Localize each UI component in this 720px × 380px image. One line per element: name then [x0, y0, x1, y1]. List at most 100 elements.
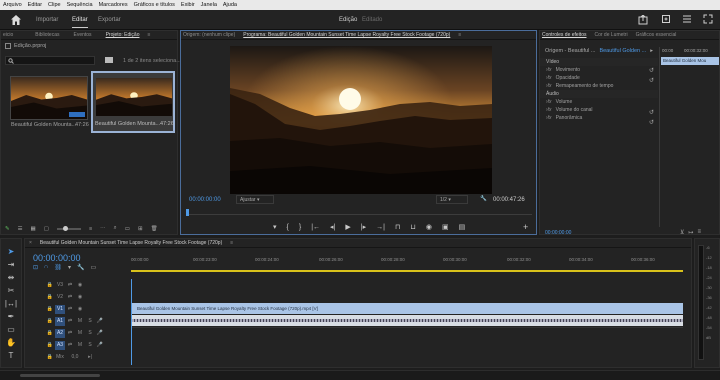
solo-icon[interactable]: S: [85, 317, 95, 326]
panel-menu-icon[interactable]: ≡: [147, 32, 150, 38]
lock-icon[interactable]: 🔒: [45, 305, 55, 314]
folder-icon[interactable]: [105, 57, 113, 63]
audio-clip-a1[interactable]: [131, 315, 683, 326]
trash-icon[interactable]: 🗑: [151, 226, 158, 232]
reset-icon[interactable]: ↺: [649, 77, 654, 84]
linked-selection-icon[interactable]: ⛓: [54, 264, 62, 271]
effect-target[interactable]: Beautiful Golden ...: [599, 48, 646, 54]
razor-tool-icon[interactable]: ✂: [8, 286, 15, 295]
home-icon[interactable]: [10, 14, 22, 26]
eye-icon[interactable]: ◉: [75, 305, 85, 314]
button-editor-icon[interactable]: ▤: [459, 223, 466, 231]
automate-icon[interactable]: ⋯: [100, 226, 106, 232]
program-video-frame[interactable]: [230, 46, 492, 194]
track-label[interactable]: A2: [55, 328, 65, 338]
filter-icon[interactable]: ⊻: [680, 229, 684, 236]
reset-icon[interactable]: ↺: [649, 67, 654, 74]
solo-icon[interactable]: S: [85, 329, 95, 338]
list-view-icon[interactable]: ☰: [18, 226, 23, 232]
effect-play-icon[interactable]: ▸: [650, 48, 653, 54]
tab-importar[interactable]: Importar: [36, 10, 58, 30]
menu-graficos[interactable]: Gráficos e títulos: [134, 2, 175, 8]
effect-source[interactable]: Origem - Beautiful ...: [545, 48, 595, 54]
track-label[interactable]: V2: [55, 293, 65, 302]
reset-icon[interactable]: ↺: [649, 109, 654, 116]
menu-editar[interactable]: Editar: [28, 2, 42, 8]
effect-row-remap[interactable]: › fx Remapeamento de tempo: [540, 82, 658, 90]
tab-source[interactable]: Origem: (nenhum clipe): [183, 32, 235, 38]
export-icon[interactable]: ↦: [688, 229, 693, 236]
quick-export-icon[interactable]: [638, 14, 648, 25]
track-area[interactable]: Beautiful Golden Mountain Sunset Time La…: [131, 279, 683, 365]
lock-icon[interactable]: 🔒: [45, 341, 55, 350]
track-label[interactable]: A1: [55, 316, 65, 326]
snap-icon[interactable]: ∩: [44, 264, 48, 271]
effect-row-channel-volume[interactable]: › fx Volume do canal: [540, 106, 658, 114]
track-label[interactable]: V1: [55, 304, 65, 314]
menu-ajuda[interactable]: Ajuda: [223, 2, 237, 8]
track-label[interactable]: V3: [55, 281, 65, 290]
lock-icon[interactable]: 🔒: [45, 281, 55, 290]
track-select-tool-icon[interactable]: ⇥: [8, 260, 15, 269]
add-marker-icon[interactable]: ▾: [68, 264, 71, 271]
go-to-in-icon[interactable]: |←: [311, 224, 320, 231]
eye-icon[interactable]: ◉: [75, 281, 85, 290]
mark-in-icon[interactable]: {: [287, 224, 289, 231]
tab-efeitos[interactable]: eicio: [3, 32, 13, 38]
mic-icon[interactable]: 🎤: [95, 317, 105, 326]
effect-row-volume[interactable]: › fx Volume: [540, 98, 658, 106]
menu-sequencia[interactable]: Sequência: [67, 2, 93, 8]
freeform-view-icon[interactable]: ▢: [44, 226, 49, 232]
panel-menu-icon[interactable]: ≡: [230, 240, 233, 246]
extract-icon[interactable]: ⊔: [410, 223, 415, 231]
tab-effect-controls[interactable]: Controles de efeitos: [542, 32, 586, 38]
timeline-playhead-line[interactable]: [131, 279, 132, 365]
tab-sequence[interactable]: Beautiful Golden Mountain Sunset Time La…: [40, 240, 222, 246]
step-back-icon[interactable]: ◂|: [330, 223, 335, 231]
fit-dropdown[interactable]: Ajustar ▾: [236, 195, 274, 204]
tab-projeto[interactable]: Projeto: Edição: [106, 32, 140, 38]
sort-icon[interactable]: ≡: [89, 226, 92, 232]
mark-out-icon[interactable]: }: [299, 224, 301, 231]
share-icon[interactable]: [661, 14, 671, 24]
zoom-slider[interactable]: [56, 225, 81, 231]
tab-graficos[interactable]: Gráficos essencial: [636, 32, 677, 38]
pen-tool-icon[interactable]: ✒: [8, 312, 15, 321]
timeline-ruler[interactable]: 00:00:00 00:00:23:00 00:00:24:00 00:00:2…: [131, 255, 683, 273]
sync-icon[interactable]: ⇄: [65, 305, 75, 314]
timeline-scrollbar[interactable]: [20, 374, 100, 377]
video-clip[interactable]: Beautiful Golden Mountain Sunset Time La…: [131, 303, 683, 314]
program-scrub-bar[interactable]: [186, 209, 532, 217]
sync-icon[interactable]: ⇄: [65, 329, 75, 338]
menu-arquivo[interactable]: Arquivo: [3, 2, 22, 8]
wrench-icon[interactable]: 🔧: [480, 196, 487, 202]
rectangle-tool-icon[interactable]: ▭: [7, 325, 15, 334]
track-label[interactable]: A3: [55, 340, 65, 350]
effect-row-opacidade[interactable]: › fx Opacidade: [540, 74, 658, 82]
project-item-thumbnail[interactable]: [10, 76, 88, 120]
nest-icon[interactable]: ⊡: [33, 264, 38, 271]
tab-exportar[interactable]: Exportar: [98, 10, 121, 30]
find-icon[interactable]: ⌕: [114, 225, 117, 232]
effect-timecode[interactable]: 00:00:00:00: [545, 230, 571, 236]
mute-icon[interactable]: M: [75, 317, 85, 326]
tab-bibliotecas[interactable]: Bibliotecas: [35, 32, 59, 38]
mini-clip[interactable]: Beautiful Golden Mou: [661, 57, 719, 65]
lock-icon[interactable]: 🔒: [45, 353, 55, 362]
resolution-dropdown[interactable]: 1/2 ▾: [436, 195, 468, 204]
sync-icon[interactable]: ⇄: [65, 281, 75, 290]
go-to-out-icon[interactable]: →|: [376, 224, 385, 231]
lift-icon[interactable]: ⊓: [395, 223, 400, 231]
panel-menu-icon[interactable]: ≡: [458, 32, 461, 38]
type-tool-icon[interactable]: T: [9, 351, 14, 360]
mic-icon[interactable]: 🎤: [95, 329, 105, 338]
lock-icon[interactable]: 🔒: [45, 317, 55, 326]
sync-icon[interactable]: ⇄: [65, 293, 75, 302]
comparison-view-icon[interactable]: ▣: [442, 223, 449, 231]
menu-exibir[interactable]: Exibir: [181, 2, 195, 8]
tab-editar[interactable]: Editar: [72, 10, 88, 30]
fullscreen-icon[interactable]: [703, 14, 713, 24]
tab-eventos[interactable]: Eventos: [73, 32, 91, 38]
project-search-input[interactable]: [5, 56, 95, 65]
slip-tool-icon[interactable]: |↔|: [5, 299, 17, 308]
